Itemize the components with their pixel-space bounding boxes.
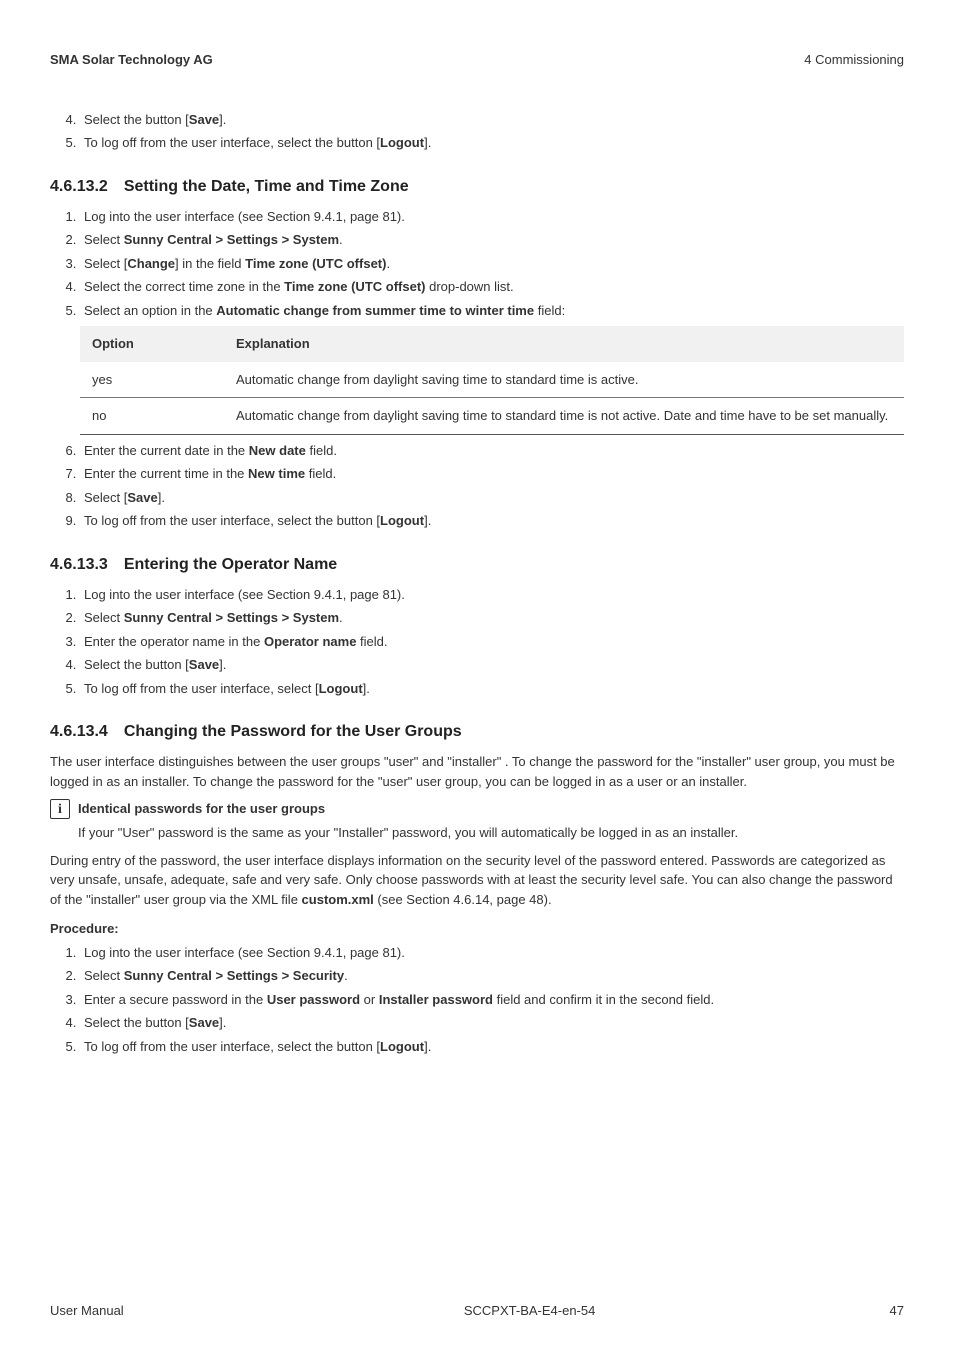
option-cell: yes (80, 362, 224, 398)
list-item: Select [Save]. (80, 488, 904, 508)
explanation-cell: Automatic change from daylight saving ti… (224, 398, 904, 435)
heading-4-6-13-4: 4.6.13.4 Changing the Password for the U… (50, 720, 904, 744)
para2-bold: custom.xml (302, 892, 374, 907)
section-4-intro: The user interface distinguishes between… (50, 752, 904, 791)
section-2-steps-a: Log into the user interface (see Section… (50, 207, 904, 321)
table-row: noAutomatic change from daylight saving … (80, 398, 904, 435)
table-header-option: Option (80, 326, 224, 362)
list-item: Select Sunny Central > Settings > Securi… (80, 966, 904, 986)
list-item: To log off from the user interface, sele… (80, 679, 904, 699)
info-body: If your "User" password is the same as y… (78, 823, 904, 843)
explanation-cell: Automatic change from daylight saving ti… (224, 362, 904, 398)
heading-4-6-13-2: 4.6.13.2 Setting the Date, Time and Time… (50, 175, 904, 199)
list-item: Select the button [Save]. (80, 1013, 904, 1033)
list-item: Enter the operator name in the Operator … (80, 632, 904, 652)
options-table: Option Explanation yesAutomatic change f… (80, 326, 904, 435)
list-item: Log into the user interface (see Section… (80, 943, 904, 963)
list-item: To log off from the user interface, sele… (80, 1037, 904, 1057)
list-item: Select [Change] in the field Time zone (… (80, 254, 904, 274)
option-cell: no (80, 398, 224, 435)
list-item: Select Sunny Central > Settings > System… (80, 608, 904, 628)
list-item: Select the button [Save]. (80, 110, 904, 130)
list-item: Select an option in the Automatic change… (80, 301, 904, 321)
list-item: Enter the current date in the New date f… (80, 441, 904, 461)
info-title: Identical passwords for the user groups (78, 799, 325, 819)
list-item: To log off from the user interface, sele… (80, 133, 904, 153)
page-footer: User Manual SCCPXT-BA-E4-en-54 47 (50, 1301, 904, 1321)
page-header: SMA Solar Technology AG 4 Commissioning (50, 50, 904, 70)
footer-right: 47 (890, 1301, 904, 1321)
continued-steps-list: Select the button [Save]. To log off from… (50, 110, 904, 153)
procedure-label: Procedure: (50, 919, 904, 939)
list-item: Log into the user interface (see Section… (80, 585, 904, 605)
footer-center: SCCPXT-BA-E4-en-54 (464, 1301, 595, 1321)
heading-4-6-13-3: 4.6.13.3 Entering the Operator Name (50, 553, 904, 577)
list-item: Select the correct time zone in the Time… (80, 277, 904, 297)
list-item: Select Sunny Central > Settings > System… (80, 230, 904, 250)
list-item: Log into the user interface (see Section… (80, 207, 904, 227)
header-right: 4 Commissioning (804, 50, 904, 70)
info-note: i Identical passwords for the user group… (50, 799, 904, 819)
list-item: Enter the current time in the New time f… (80, 464, 904, 484)
section-2-steps-b: Enter the current date in the New date f… (50, 441, 904, 531)
section-4-steps: Log into the user interface (see Section… (50, 943, 904, 1057)
footer-left: User Manual (50, 1301, 124, 1321)
list-item: Enter a secure password in the User pass… (80, 990, 904, 1010)
section-3-steps: Log into the user interface (see Section… (50, 585, 904, 699)
table-row: yesAutomatic change from daylight saving… (80, 362, 904, 398)
section-4-para2: During entry of the password, the user i… (50, 851, 904, 910)
header-left: SMA Solar Technology AG (50, 50, 213, 70)
para2-post: (see Section 4.6.14, page 48). (374, 892, 552, 907)
list-item: To log off from the user interface, sele… (80, 511, 904, 531)
list-item: Select the button [Save]. (80, 655, 904, 675)
info-icon: i (50, 799, 70, 819)
table-header-explanation: Explanation (224, 326, 904, 362)
